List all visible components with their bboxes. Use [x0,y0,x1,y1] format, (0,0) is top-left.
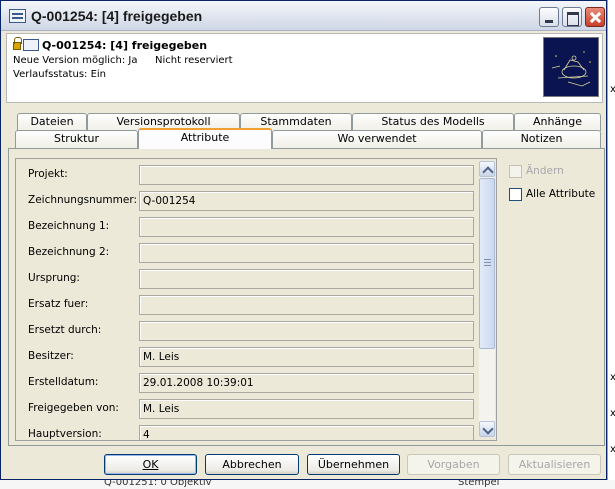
attribute-label: Bezeichnung 2: [28,246,110,258]
tab-dateien[interactable]: Dateien [17,113,87,131]
file-title: Q-001254: [4] freigegeben [42,39,208,52]
tab-anhaenge[interactable]: Anhänge [514,113,601,131]
background-tree-item: Q-001251: 0 Objektiv [104,480,212,488]
attributes-list[interactable]: Projekt: Zeichnungsnummer: * Q-001254 Be… [15,158,497,441]
maximize-button[interactable] [562,7,582,27]
flow-status: Verlaufsstatus: Ein [13,69,107,80]
attribute-field-erstelldatum[interactable]: 29.01.2008 10:39:01 [139,373,474,393]
ok-button-label: OK [142,458,159,471]
ok-button[interactable]: OK [104,454,197,475]
attribute-label: Erstelldatum: [28,376,99,388]
attribute-field-ersetzt-durch[interactable] [139,321,474,341]
attribute-field-hauptversion[interactable]: 4 [139,425,474,440]
attribute-label: Bezeichnung 1: [28,220,110,232]
attribute-label: Ursprung: [28,272,80,284]
file-info-header: Q-001254: [4] freigegeben Neue Version m… [6,33,603,103]
lock-icon [13,37,22,50]
attribute-label: Ersatz fuer: [28,298,89,310]
properties-dialog: Q-001254: [4] freigegeben Q-001254: [4] … [0,0,607,480]
attribute-label: Freigegeben von: [28,402,119,414]
background-column-text: Stempel [458,480,500,488]
attribute-label: Hauptversion: [28,428,102,440]
edit-checkbox[interactable] [509,165,522,178]
reservation-status: Nicht reserviert [155,55,233,66]
tab-wo-verwendet[interactable]: Wo verwendet [272,130,482,148]
background-text: x [610,84,615,95]
attribute-field-besitzer[interactable]: M. Leis [139,347,474,367]
tab-struktur[interactable]: Struktur [15,130,138,148]
all-attributes-checkbox-label: Alle Attribute [526,188,596,200]
attribute-field-bezeichnung-1[interactable] [139,217,474,237]
cancel-button-label: Abbrechen [222,458,282,471]
attribute-field-ursprung[interactable] [139,269,474,289]
scroll-up-arrow-icon[interactable] [479,161,495,177]
apply-button-label: Übernehmen [317,458,390,471]
minimize-button[interactable] [539,7,559,27]
tab-status-des-modells[interactable]: Status des Modells [352,113,514,131]
attribute-field-zeichnungsnummer[interactable]: Q-001254 [139,191,474,211]
background-text: x [610,372,615,383]
attribute-label: Besitzer: [28,350,74,362]
attribute-label: Ersetzt durch: [28,324,102,336]
attribute-field-ersatz-fuer[interactable] [139,295,474,315]
edit-checkbox-label: Ändern [526,165,564,177]
document-icon [23,39,39,51]
new-version-status: Neue Version möglich: Ja [13,55,138,66]
scrollbar-thumb[interactable] [479,178,495,349]
document-icon [9,9,26,23]
background-tree-row: Q-001251: 0 Objektiv Stempel [0,480,615,489]
attribute-field-freigegeben-von[interactable]: M. Leis [139,399,474,419]
refresh-button-label: Aktualisieren [518,458,591,471]
title-bar[interactable]: Q-001254: [4] freigegeben [1,1,606,31]
vertical-scrollbar[interactable] [479,161,495,437]
background-text: x [610,444,615,455]
scroll-down-arrow-icon[interactable] [479,421,495,437]
attribute-label: Zeichnungsnummer: * [28,194,146,206]
attribute-field-projekt[interactable] [139,165,474,185]
background-text: x [610,408,615,419]
refresh-button[interactable]: Aktualisieren [508,454,601,475]
defaults-button[interactable]: Vorgaben [407,454,500,475]
background-window-edge: x x x x [607,0,615,489]
model-thumbnail [543,37,599,97]
attribute-label: Projekt: [28,168,68,180]
attribute-field-bezeichnung-2[interactable] [139,243,474,263]
tab-attribute[interactable]: Attribute [138,128,272,149]
defaults-button-label: Vorgaben [427,458,480,471]
tab-notizen[interactable]: Notizen [482,130,601,148]
apply-button[interactable]: Übernehmen [307,454,400,475]
cancel-button[interactable]: Abbrechen [205,454,299,475]
close-button[interactable] [585,7,605,27]
window-title: Q-001254: [4] freigegeben [31,8,203,24]
all-attributes-checkbox[interactable] [509,188,522,201]
grip-icon [484,259,491,266]
